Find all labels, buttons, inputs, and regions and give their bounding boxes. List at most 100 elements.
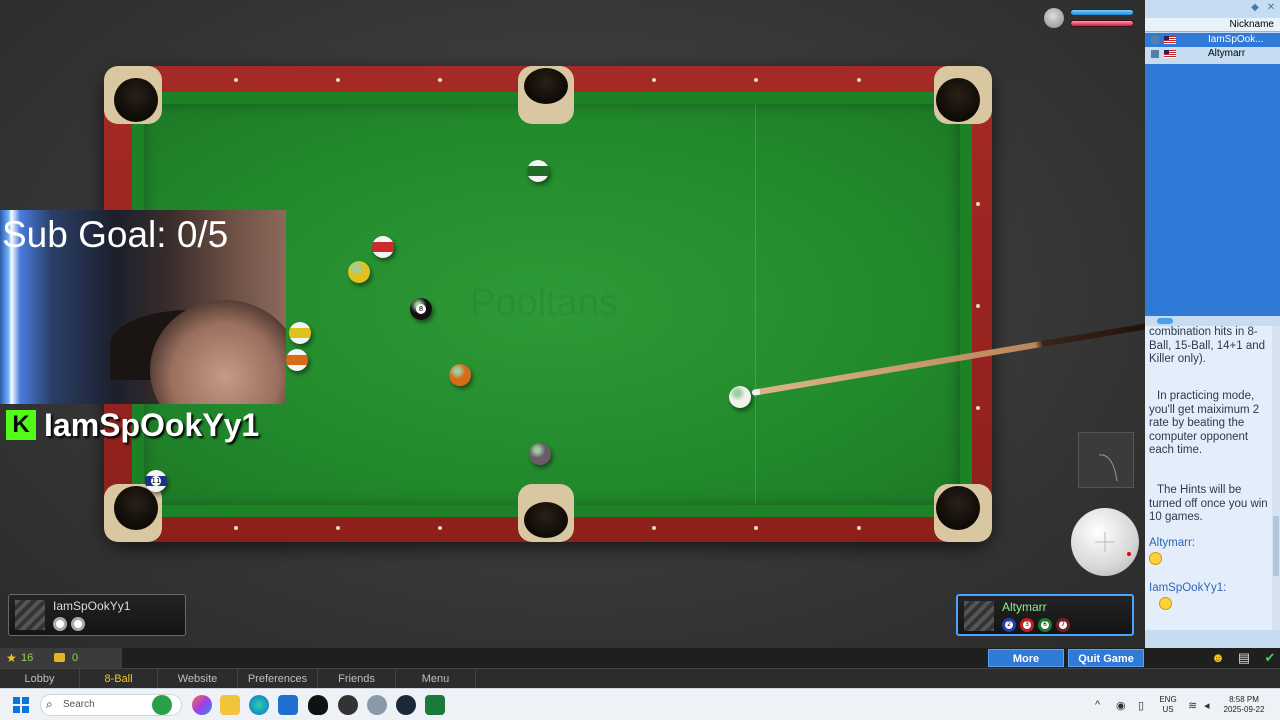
search-placeholder: Search (63, 699, 95, 710)
sub-goal-text: Sub Goal: 0/5 (2, 214, 229, 255)
pocket-bottom-middle (524, 502, 568, 538)
nickname-header[interactable]: Nickname (1145, 18, 1280, 32)
close-icon[interactable]: ✕ (1265, 2, 1277, 14)
os-taskbar: ⌕ Search ^ ◉ ▯ ENG US ≋ ◂ 8:58 PM 2025-0… (0, 688, 1280, 720)
streamer-name: IamSpOokYy1 (44, 406, 260, 443)
microphone-icon[interactable]: ▯ (1138, 699, 1144, 712)
quit-game-button[interactable]: Quit Game (1068, 649, 1144, 667)
cue-ball[interactable] (729, 386, 751, 408)
rail-diamond (336, 78, 340, 82)
store-icon[interactable] (278, 695, 298, 715)
smile-emoji-icon (1159, 597, 1172, 610)
user-list[interactable] (1145, 64, 1280, 316)
menu-website[interactable]: Website (158, 669, 238, 689)
chat-username: Altymarr: (1149, 537, 1195, 549)
cue-spin-selector[interactable] (1071, 508, 1139, 576)
remaining-ball: 3 (1020, 618, 1034, 632)
pocket-bottom-right (936, 486, 980, 530)
scrollbar-thumb[interactable] (1273, 516, 1279, 576)
game-app-icon[interactable] (425, 695, 445, 715)
rail-diamond (857, 78, 861, 82)
chevron-up-icon[interactable]: ^ (1095, 699, 1100, 711)
app-icon[interactable] (308, 695, 328, 715)
user-name: Altymarr (1208, 48, 1246, 59)
user-list-item[interactable]: IamSpOok... (1145, 33, 1280, 47)
avatar (964, 601, 994, 631)
rail-diamond (976, 406, 980, 410)
ball-eight: 8 (410, 298, 432, 320)
player-panel-right: Altymarr 2 3 6 7 (956, 594, 1134, 636)
ball-yellow-solid (348, 261, 370, 283)
ball-red-stripe (372, 236, 394, 258)
search-icon: ⌕ (46, 697, 53, 711)
coin-icon (54, 653, 65, 662)
pocket-top-left (114, 78, 158, 122)
restore-icon[interactable]: ◆ (1249, 2, 1261, 14)
windows-start-icon[interactable] (13, 697, 29, 713)
language-indicator[interactable]: ENG US (1158, 695, 1178, 715)
copilot-icon[interactable] (192, 695, 212, 715)
handshake-emoji-icon (1149, 552, 1162, 565)
rail-diamond (336, 526, 340, 530)
game-menu-bar: Lobby 8-Ball Website Preferences Friends… (0, 668, 1280, 689)
aim-arc-icon (1098, 454, 1118, 482)
shot-timer-bar (1070, 9, 1134, 16)
more-button[interactable]: More (988, 649, 1064, 667)
player-balls (53, 617, 85, 631)
opponent-timer-bar (1070, 20, 1134, 27)
edge-browser-icon[interactable] (249, 695, 269, 715)
player-name: Altymarr (1002, 600, 1047, 614)
user-list-item[interactable]: Altymarr (1145, 47, 1280, 61)
volume-icon[interactable]: ◂ (1204, 699, 1210, 712)
user-name: IamSpOok... (1208, 34, 1264, 45)
smiley-icon[interactable]: ☻ (1210, 650, 1226, 666)
menu-preferences[interactable]: Preferences (238, 669, 318, 689)
settings-icon[interactable] (367, 695, 387, 715)
pocketed-ball (71, 617, 85, 631)
menu-friends[interactable]: Friends (318, 669, 396, 689)
streamer-tag: K IamSpOokYy1 (6, 404, 259, 446)
rail-diamond (754, 78, 758, 82)
side-panel-titlebar: ◆ ✕ (1145, 0, 1280, 18)
check-icon[interactable]: ✔ (1262, 650, 1278, 666)
region-code: US (1162, 705, 1174, 714)
app-icon[interactable] (338, 695, 358, 715)
pocket-top-middle (524, 68, 568, 104)
ball-green-stripe (527, 160, 549, 182)
rail-diamond (652, 526, 656, 530)
wifi-icon[interactable]: ≋ (1188, 699, 1197, 712)
panel-splitter[interactable] (1145, 316, 1280, 326)
ball-eleven: 11 (145, 470, 167, 492)
chat-system-message: In practicing mode, you'll get maiximum … (1149, 390, 1260, 456)
chat-scrollbar[interactable] (1272, 326, 1280, 630)
player-balls: 2 3 6 7 (1002, 618, 1070, 632)
menu-8-ball[interactable]: 8-Ball (80, 669, 158, 689)
widget-app-icon[interactable] (152, 695, 172, 715)
ball-yellow-stripe (289, 322, 311, 344)
ball-orange-stripe (286, 349, 308, 371)
head-string (755, 104, 756, 504)
tray-app-icon[interactable]: ◉ (1116, 699, 1126, 712)
rail-diamond (234, 526, 238, 530)
chat-message (1149, 552, 1271, 566)
menu-menu[interactable]: Menu (396, 669, 476, 689)
chat-icon[interactable]: ▤ (1236, 650, 1252, 666)
user-status-icon (1151, 50, 1159, 58)
user-status-icon (1151, 36, 1159, 44)
file-explorer-icon[interactable] (220, 695, 240, 715)
menu-lobby[interactable]: Lobby (0, 669, 80, 689)
chat-username: IamSpOokYy1: (1149, 582, 1227, 594)
chat-log[interactable]: combination hits in 8-Ball, 15-Ball, 14+… (1145, 326, 1280, 630)
rail-diamond (976, 304, 980, 308)
splitter-grip[interactable] (1157, 318, 1173, 324)
clock-display[interactable]: 8:58 PM 2025-09-22 (1222, 695, 1266, 715)
clock-time: 8:58 PM (1229, 695, 1259, 704)
aim-angle-widget[interactable] (1078, 432, 1134, 488)
steam-icon[interactable] (396, 695, 416, 715)
pocketed-ball (53, 617, 67, 631)
star-count: 16 (21, 652, 34, 664)
rail-diamond (652, 78, 656, 82)
player-stats: ★ 16 0 (0, 648, 122, 668)
chat-tools: ☻ ▤ ✔ (1210, 650, 1278, 666)
remaining-ball: 7 (1056, 618, 1070, 632)
